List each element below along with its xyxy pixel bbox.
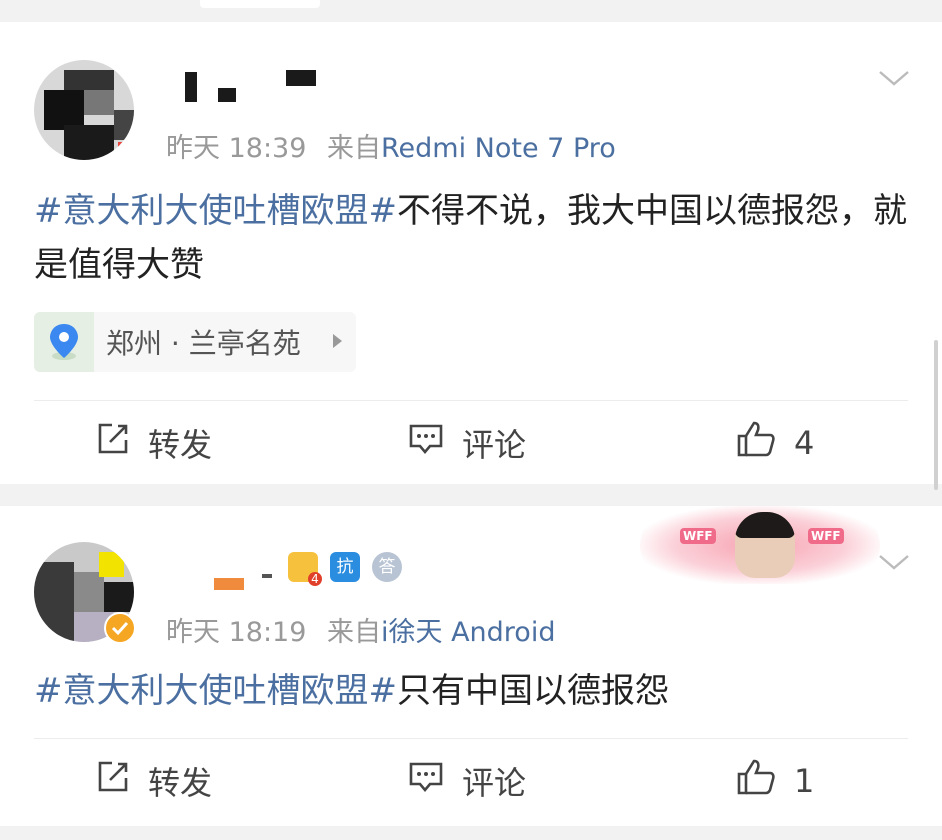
- crown-level: 4: [308, 572, 322, 586]
- like-count: 4: [794, 424, 815, 462]
- post-source[interactable]: Redmi Note 7 Pro: [381, 133, 616, 164]
- kang-badge-icon[interactable]: 抗: [330, 552, 360, 582]
- chevron-down-icon[interactable]: [878, 68, 909, 92]
- repost-icon: [96, 422, 130, 464]
- answer-badge-icon[interactable]: 答: [372, 552, 402, 582]
- from-label: 来自: [327, 133, 381, 164]
- previous-card-edge: [200, 0, 320, 8]
- location-label: 郑州 · 兰亭名苑: [106, 327, 301, 360]
- like-button[interactable]: 1: [736, 758, 814, 804]
- kang-badge-text: 抗: [336, 557, 354, 577]
- repost-button[interactable]: 转发: [96, 420, 212, 466]
- post-meta: 昨天 18:19 来自i徐天 Android: [166, 610, 555, 649]
- location-pin-icon: [34, 312, 94, 372]
- comment-icon: [408, 760, 444, 802]
- post-source[interactable]: i徐天 Android: [381, 617, 555, 648]
- banner-tag: WFF: [808, 528, 844, 544]
- like-count: 1: [794, 762, 815, 800]
- decorative-banner: WFF WFF: [640, 506, 880, 584]
- hashtag-link[interactable]: #意大利大使吐槽欧盟#: [34, 671, 397, 711]
- location-tag[interactable]: 郑州 · 兰亭名苑: [34, 312, 356, 372]
- scrollbar[interactable]: [934, 340, 938, 490]
- thumbs-up-icon: [736, 420, 776, 466]
- post-card-1[interactable]: 昨天 18:39 来自Redmi Note 7 Pro #意大利大使吐槽欧盟#不…: [0, 22, 942, 484]
- answer-badge-text: 答: [378, 557, 396, 577]
- repost-label: 转发: [148, 426, 213, 464]
- verified-badge-icon: [104, 612, 136, 644]
- comment-button[interactable]: 评论: [408, 420, 526, 466]
- post-time: 昨天 18:39: [166, 133, 307, 164]
- like-button[interactable]: 4: [736, 420, 814, 466]
- post-card-2[interactable]: WFF WFF 4 抗 答 昨天 18:19 来自i徐天 Android #意大…: [0, 506, 942, 826]
- repost-label: 转发: [148, 764, 213, 802]
- repost-icon: [96, 760, 130, 802]
- crown-badge-icon[interactable]: 4: [288, 552, 322, 586]
- post-text: #意大利大使吐槽欧盟#只有中国以德报怨: [34, 664, 914, 718]
- post-meta: 昨天 18:39 来自Redmi Note 7 Pro: [166, 126, 616, 165]
- banner-portrait: [735, 512, 795, 578]
- comment-button[interactable]: 评论: [408, 758, 526, 804]
- chevron-right-icon: [333, 334, 342, 348]
- divider: [34, 738, 908, 739]
- banner-tag: WFF: [680, 528, 716, 544]
- top-strip: [0, 0, 942, 22]
- chevron-down-icon[interactable]: [878, 552, 909, 576]
- repost-button[interactable]: 转发: [96, 758, 212, 804]
- post-time: 昨天 18:19: [166, 617, 307, 648]
- from-label: 来自: [327, 617, 381, 648]
- comment-icon: [408, 422, 444, 464]
- thumbs-up-icon: [736, 758, 776, 804]
- avatar[interactable]: [34, 60, 134, 160]
- comment-label: 评论: [462, 764, 527, 802]
- divider: [34, 400, 908, 401]
- post-text: #意大利大使吐槽欧盟#不得不说，我大中国以德报怨，就是值得大赞: [34, 184, 914, 292]
- comment-label: 评论: [462, 426, 527, 464]
- hashtag-link[interactable]: #意大利大使吐槽欧盟#: [34, 191, 397, 231]
- post-body: 只有中国以德报怨: [396, 671, 669, 711]
